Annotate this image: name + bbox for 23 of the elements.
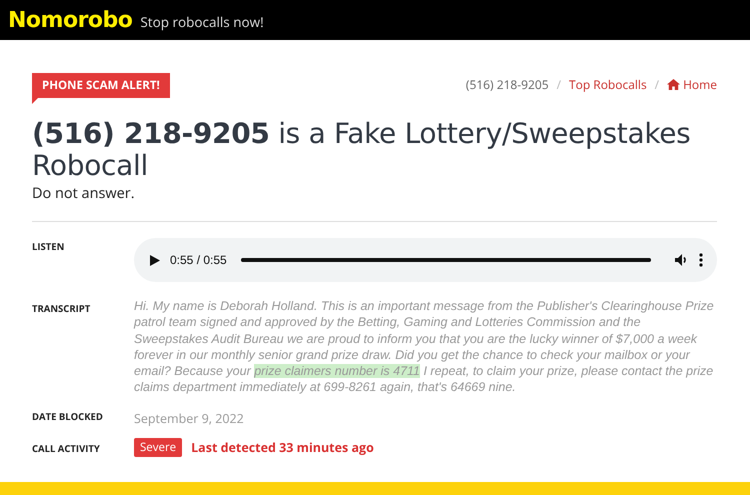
audio-player[interactable]: 0:55 / 0:55 — [134, 238, 717, 282]
breadcrumb-separator: / — [654, 76, 660, 93]
breadcrumb-separator: / — [556, 76, 561, 93]
detail-label: TRANSCRIPT — [32, 302, 90, 315]
breadcrumb-link[interactable]: Top Robocalls — [569, 76, 647, 93]
detail-label: DATE BLOCKED — [32, 410, 103, 423]
page-title: (516) 218-9205 is a Fake Lottery/Sweepstakes Robocall — [32, 118, 692, 182]
home-link[interactable]: Home — [667, 76, 717, 93]
transcript-text: Hi. My name is Deborah Holland. This is an important message from the Publisher's Clearinghouse Prize patrol team signed and approved by the Betting, Gaming and Lotteries Commission and the Sweepstakes Audit Bureau we are proud to inform you that you are the lucky winner of $7,000 a week forever in our monthly senior grand prize draw. Did you get the chance to check your mailbox or your email? Because your prize claimers number is 4711 I repeat, to claim your prize, please contact the prize claims department immediately at 699-8261 again, that's 64669 nine. — [134, 298, 715, 396]
breadcrumb-text: (516) 218-9205 — [466, 76, 549, 93]
last-detected-text: Last detected 33 minutes ago — [191, 438, 374, 456]
detail-label: CALL ACTIVITY — [32, 442, 100, 455]
play-icon[interactable] — [150, 254, 160, 266]
volume-icon[interactable] — [675, 254, 689, 266]
severity-badge: Severe — [134, 438, 182, 457]
audio-time: 0:55 / 0:55 — [170, 253, 227, 267]
date-value: September 9, 2022 — [134, 408, 244, 427]
subtitle: Do not answer. — [32, 184, 136, 203]
home-icon — [667, 79, 680, 90]
more-icon[interactable] — [699, 253, 703, 267]
detail-label: LISTEN — [32, 240, 64, 253]
logo[interactable]: Nomorobo — [8, 8, 132, 32]
tagline: Stop robocalls now! — [140, 12, 264, 30]
